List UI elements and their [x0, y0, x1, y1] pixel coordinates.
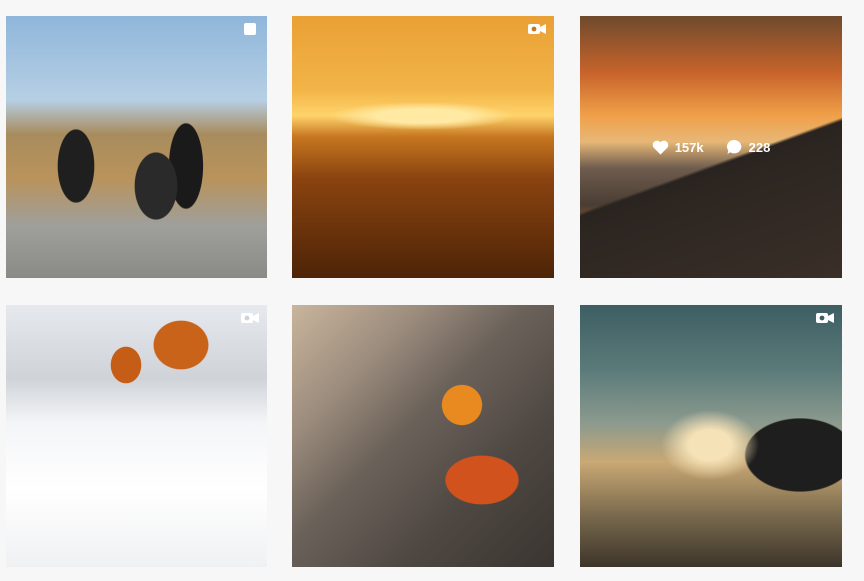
post-tile-dog-snow[interactable] — [6, 305, 267, 567]
multi-photo-icon — [241, 22, 259, 36]
video-camera-icon — [241, 311, 259, 325]
post-tile-group-dance[interactable] — [6, 16, 267, 278]
hover-stats-overlay: 157k 228 — [580, 16, 842, 278]
comments-stat: 228 — [726, 139, 771, 155]
post-tile-surf-barrel[interactable] — [580, 305, 842, 567]
post-tile-beach-sunset[interactable]: 157k 228 — [580, 16, 842, 278]
post-grid: 157k 228 — [0, 0, 864, 581]
comments-count: 228 — [748, 139, 771, 155]
video-camera-icon — [528, 22, 546, 36]
post-tile-mountain-climber[interactable] — [292, 305, 554, 567]
post-tile-skydivers-sunset[interactable] — [292, 16, 554, 278]
comment-bubble-icon — [726, 139, 743, 155]
likes-stat: 157k — [652, 140, 704, 155]
heart-icon — [652, 140, 669, 155]
likes-count: 157k — [674, 139, 704, 155]
video-camera-icon — [816, 311, 834, 325]
